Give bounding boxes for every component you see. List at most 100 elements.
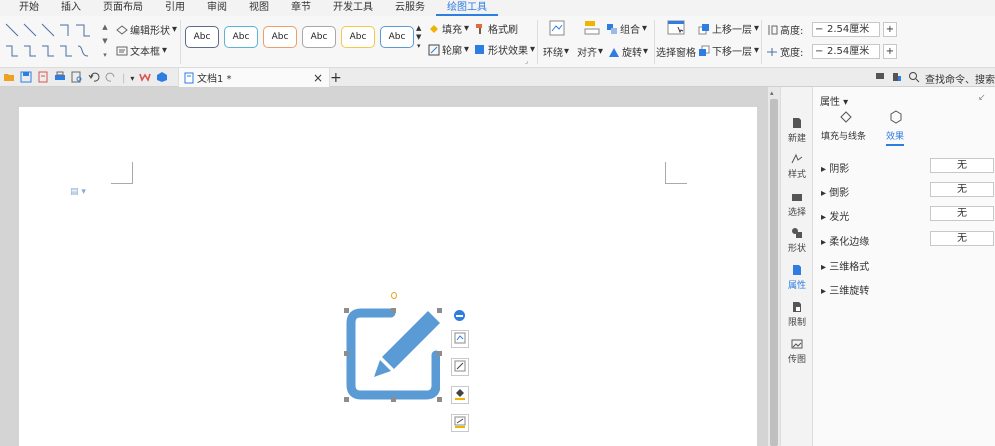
tab-insert[interactable]: 插入 (50, 0, 92, 16)
outline-float-button[interactable] (451, 414, 469, 432)
vertical-scrollbar[interactable]: ▴ (768, 87, 780, 446)
tab-references[interactable]: 引用 (154, 0, 196, 16)
group-button[interactable]: 组合 ▾ (606, 21, 647, 36)
tab-fill-and-line-label[interactable]: 填充与线条 (821, 129, 866, 142)
pane-resize-icon[interactable]: ↙ (978, 93, 986, 103)
soft-edges-value[interactable]: 无 (930, 231, 994, 246)
sidebar-item-upload-image[interactable]: 传图 (781, 338, 813, 365)
shape-style-1[interactable]: Abc (185, 26, 219, 48)
send-backward-button[interactable]: 下移一层 ▾ (698, 43, 759, 58)
layout-options-button[interactable] (451, 330, 469, 348)
resize-handle-s[interactable] (391, 397, 396, 402)
reflection-value[interactable]: 无 (930, 182, 994, 197)
prop-row-reflection[interactable]: ▸ 倒影 (821, 184, 849, 199)
close-tab-button[interactable]: × (313, 71, 323, 85)
align-button[interactable]: 对齐 ▾ (577, 44, 606, 59)
open-folder-icon[interactable] (3, 71, 15, 86)
sidebar-item-styles[interactable]: 样式 (781, 153, 813, 180)
sidebar-item-select[interactable]: 选择 (781, 191, 813, 218)
tab-fill-and-line[interactable] (826, 110, 866, 127)
resize-handle-nw[interactable] (344, 308, 349, 313)
cube-icon[interactable] (156, 71, 168, 86)
tab-developer[interactable]: 开发工具 (322, 0, 384, 16)
resize-handle-sw[interactable] (344, 397, 349, 402)
edit-shape-float-button[interactable] (451, 358, 469, 376)
rotate-button[interactable]: 旋转 ▾ (608, 44, 648, 59)
properties-title-dropdown[interactable]: 属性 ▾ (820, 93, 848, 108)
outline-button[interactable]: 轮廓 ▾ (428, 42, 473, 57)
gallery-scroll[interactable]: ▲ ▼ ▾ (101, 20, 109, 64)
bring-forward-icon (698, 23, 710, 35)
new-tab-button[interactable]: + (330, 68, 342, 87)
tab-page-layout[interactable]: 页面布局 (92, 0, 154, 16)
sidebar-item-properties[interactable]: 属性 (781, 264, 813, 291)
tab-view[interactable]: 视图 (238, 0, 280, 16)
wrap-button[interactable]: 环绕 ▾ (543, 44, 573, 59)
sidebar-item-new[interactable]: 新建 (781, 117, 813, 144)
bring-forward-button[interactable]: 上移一层 ▾ (698, 21, 759, 36)
resize-handle-w[interactable] (344, 351, 349, 356)
resize-handle-e[interactable] (437, 351, 442, 356)
resize-handle-ne[interactable] (437, 308, 442, 313)
width-field[interactable]: − 2.54厘米 (812, 44, 880, 59)
resize-handle-se[interactable] (437, 397, 442, 402)
shape-style-5[interactable]: Abc (341, 26, 375, 48)
shadow-value[interactable]: 无 (930, 158, 994, 173)
paste-options-icon[interactable]: ▤ ▾ (70, 187, 86, 197)
save-icon[interactable] (20, 71, 32, 86)
shape-style-2[interactable]: Abc (224, 26, 258, 48)
sidebar-item-restrict[interactable]: 限制 (781, 301, 813, 328)
textbox-button[interactable]: 文本框 ▾ (116, 43, 167, 58)
customize-toolbar-icon[interactable]: ▾ (130, 74, 134, 83)
tab-effects[interactable] (886, 110, 906, 127)
shape-style-3[interactable]: Abc (263, 26, 297, 48)
tab-drawing-tools[interactable]: 绘图工具 (436, 0, 498, 16)
styles-scroll[interactable]: ▲ ▼ ▾ (416, 24, 421, 51)
scrollbar-thumb[interactable] (770, 99, 778, 446)
undo-icon[interactable] (88, 71, 100, 86)
tab-cloud[interactable]: 云服务 (384, 0, 436, 16)
print-icon[interactable] (54, 71, 66, 86)
tab-home[interactable]: 开始 (8, 0, 50, 16)
wps-logo-icon[interactable] (139, 71, 152, 86)
collapse-toolbar-icon[interactable] (454, 310, 465, 321)
dialog-launcher-icon[interactable]: ⌟ (525, 57, 528, 65)
rotate-handle[interactable] (391, 292, 397, 299)
edit-shape-button[interactable]: 编辑形状 ▾ (116, 22, 177, 37)
fill-button[interactable]: 填充 ▾ (428, 21, 473, 36)
styles-icon (791, 153, 803, 164)
fill-float-button[interactable] (451, 386, 469, 404)
export-pdf-icon[interactable] (37, 71, 49, 86)
selection-pane-button[interactable]: 选择窗格 (656, 44, 696, 59)
sidebar-item-shapes[interactable]: 形状 (781, 227, 813, 254)
sidebar-label-select: 选择 (787, 208, 806, 218)
search-icon[interactable] (908, 71, 920, 86)
shape-style-4[interactable]: Abc (302, 26, 336, 48)
line-shape-gallery[interactable] (4, 20, 100, 64)
scroll-up-icon[interactable]: ▴ (770, 89, 774, 97)
height-decrement-button[interactable]: − (815, 23, 823, 36)
redo-icon[interactable] (105, 71, 117, 86)
search-command-box[interactable]: 查找命令、搜索 (925, 71, 995, 86)
document-tab[interactable]: 文档1 * × (178, 68, 330, 87)
tab-chapter[interactable]: 章节 (280, 0, 322, 16)
tab-review[interactable]: 审阅 (196, 0, 238, 16)
width-increment-button[interactable]: + (883, 44, 897, 59)
height-field[interactable]: − 2.54厘米 (812, 22, 880, 37)
glow-value[interactable]: 无 (930, 206, 994, 221)
height-increment-button[interactable]: + (883, 22, 897, 37)
prop-row-shadow[interactable]: ▸ 阴影 (821, 160, 849, 175)
prop-row-glow[interactable]: ▸ 发光 (821, 208, 849, 223)
resize-handle-n[interactable] (391, 308, 396, 313)
prop-row-3d-format[interactable]: ▸ 三维格式 (821, 258, 869, 273)
format-brush-button[interactable]: 格式刷 (474, 21, 518, 36)
prop-row-3d-rotation[interactable]: ▸ 三维旋转 (821, 282, 869, 297)
prop-row-soft-edges[interactable]: ▸ 柔化边缘 (821, 233, 869, 248)
bookmark-icon[interactable] (891, 71, 903, 86)
print-preview-icon[interactable] (71, 71, 83, 86)
shape-style-6[interactable]: Abc (380, 26, 414, 48)
pin-icon[interactable] (874, 71, 886, 86)
width-decrement-button[interactable]: − (815, 45, 823, 58)
shape-effects-button[interactable]: 形状效果 ▾ (474, 42, 535, 57)
tab-effects-label[interactable]: 效果 (886, 129, 905, 146)
